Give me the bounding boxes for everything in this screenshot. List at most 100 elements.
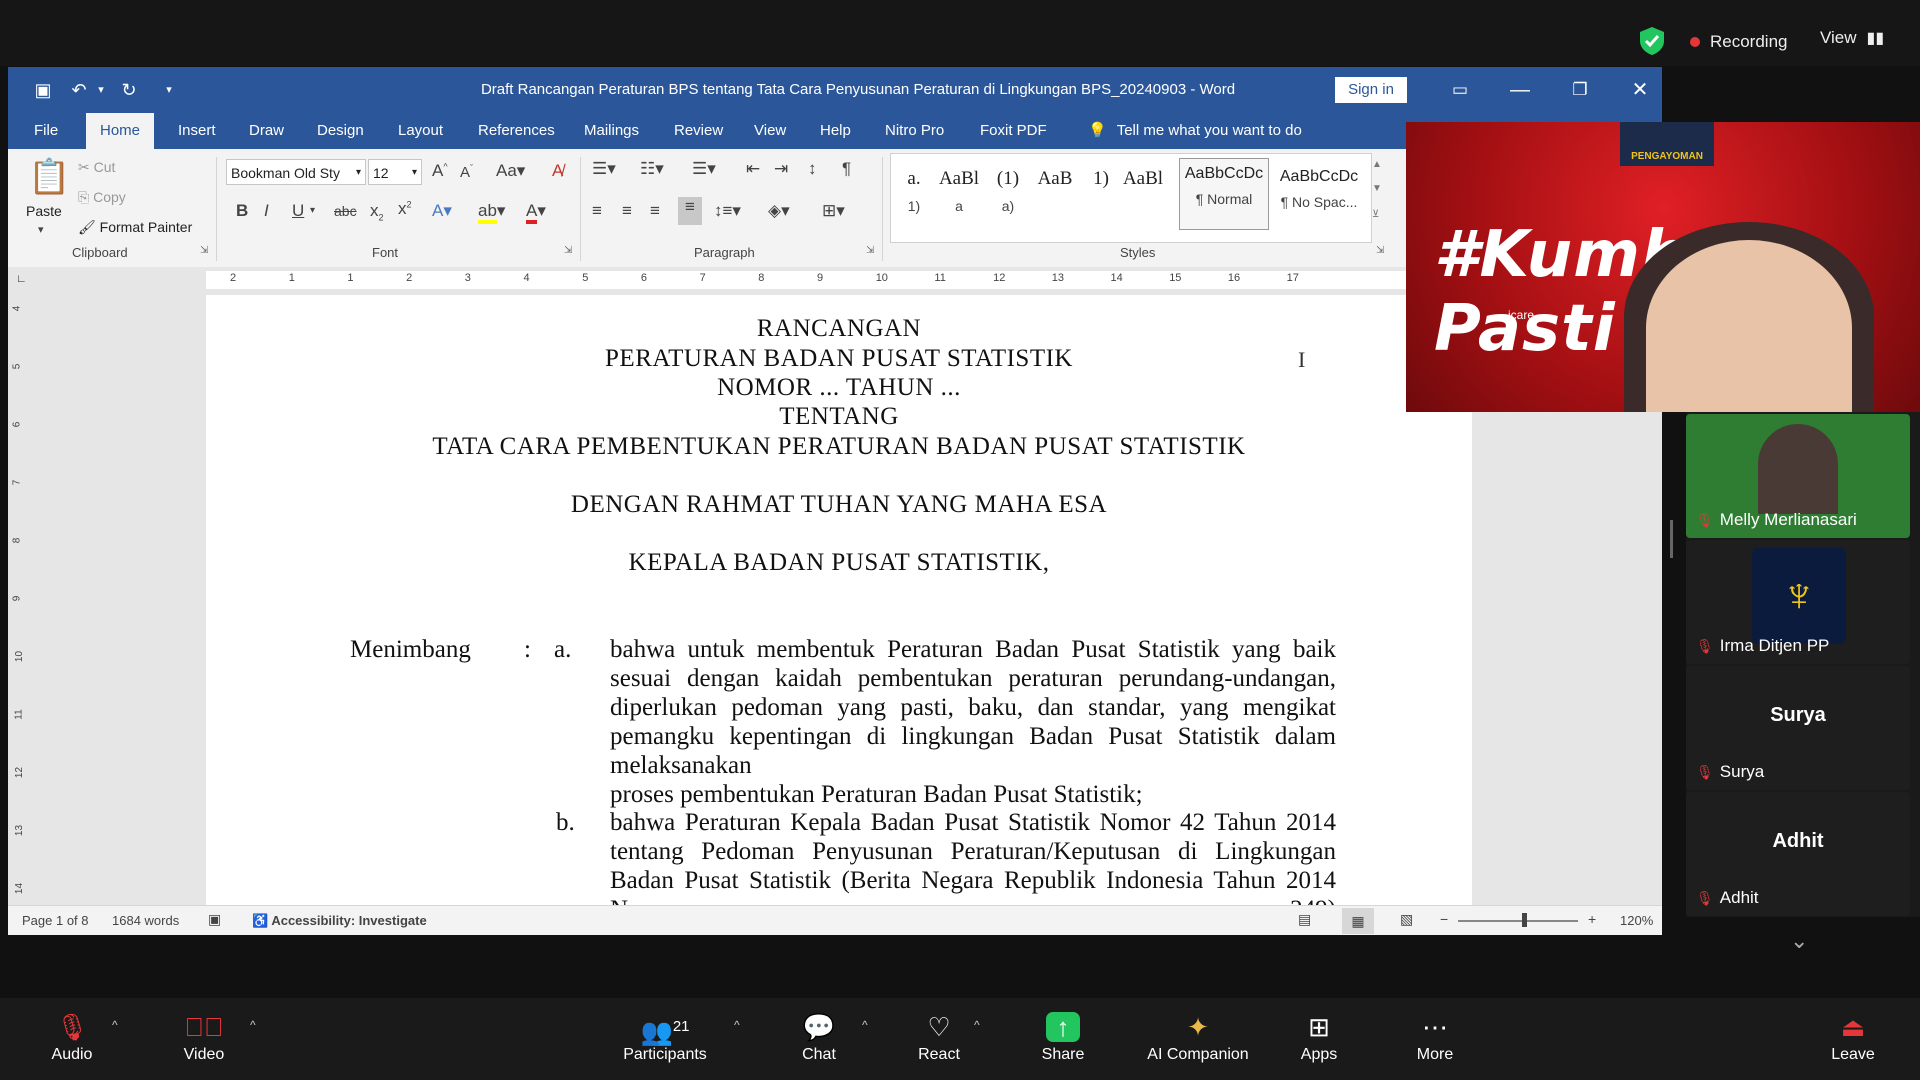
- sort-icon[interactable]: ↕: [808, 159, 817, 179]
- customize-toolbar-icon[interactable]: ▾: [156, 77, 182, 103]
- restore-icon[interactable]: ❐: [1560, 75, 1600, 105]
- web-layout-icon[interactable]: ▧: [1400, 911, 1413, 928]
- strikethrough-icon[interactable]: abc: [334, 203, 357, 219]
- page-count[interactable]: Page 1 of 8: [22, 913, 89, 928]
- justify-icon[interactable]: ≡: [678, 197, 702, 225]
- style-item[interactable]: 1): [1081, 162, 1121, 226]
- show-formatting-icon[interactable]: ¶: [842, 159, 851, 179]
- text-effects-icon[interactable]: A▾: [432, 201, 452, 221]
- undo-dropdown-icon[interactable]: ▾: [88, 77, 114, 103]
- font-size-combo[interactable]: 12 ▾: [368, 159, 422, 185]
- save-icon[interactable]: ▣: [30, 77, 56, 103]
- subscript-icon[interactable]: x2: [370, 201, 384, 222]
- chevron-down-icon[interactable]: ⌄: [1790, 928, 1808, 954]
- change-case-icon[interactable]: Aa▾: [496, 161, 525, 181]
- zoom-slider-thumb[interactable]: [1522, 913, 1527, 927]
- tab-draw[interactable]: Draw: [249, 113, 284, 149]
- participant-tile[interactable]: Surya 🎙 Surya: [1686, 666, 1910, 790]
- font-name-combo[interactable]: Bookman Old Sty ▾: [226, 159, 366, 185]
- underline-dropdown-icon[interactable]: ▾: [310, 205, 315, 216]
- share-button[interactable]: ↑ Share: [1036, 1010, 1090, 1064]
- style-item[interactable]: AaBl: [1117, 162, 1169, 226]
- video-button[interactable]: ▶⃠ Video: [178, 1010, 230, 1064]
- paragraph-launcher-icon[interactable]: ⇲: [866, 245, 874, 256]
- font-color-icon[interactable]: A▾: [526, 201, 546, 224]
- document-page[interactable]: RANCANGAN PERATURAN BADAN PUSAT STATISTI…: [206, 295, 1472, 923]
- tab-insert[interactable]: Insert: [178, 113, 216, 149]
- react-options-icon[interactable]: ^: [974, 1018, 980, 1032]
- style-item[interactable]: (1) a): [987, 162, 1029, 226]
- react-button[interactable]: ♡ React: [914, 1010, 964, 1064]
- ribbon-display-icon[interactable]: ▭: [1440, 75, 1480, 105]
- apps-button[interactable]: ⊞ Apps: [1298, 1010, 1340, 1064]
- sign-in-button[interactable]: Sign in: [1335, 77, 1407, 103]
- participant-tile[interactable]: ♆ 🎙 Irma Ditjen PP: [1686, 540, 1910, 664]
- highlight-icon[interactable]: ab▾: [478, 201, 505, 224]
- redo-icon[interactable]: ↻: [116, 77, 142, 103]
- shrink-font-icon[interactable]: Aˇ: [460, 163, 473, 181]
- tab-design[interactable]: Design: [317, 113, 364, 149]
- shading-icon[interactable]: ◈▾: [768, 201, 790, 221]
- tab-references[interactable]: References: [478, 113, 555, 149]
- leave-button[interactable]: ⏏ Leave: [1830, 1010, 1876, 1064]
- superscript-icon[interactable]: x2: [398, 199, 412, 219]
- styles-launcher-icon[interactable]: ⇲: [1376, 245, 1384, 256]
- clipboard-launcher-icon[interactable]: ⇲: [200, 245, 208, 256]
- font-launcher-icon[interactable]: ⇲: [564, 245, 572, 256]
- word-count[interactable]: 1684 words: [112, 913, 179, 928]
- tab-nitro-pro[interactable]: Nitro Pro: [885, 113, 944, 149]
- multilevel-list-icon[interactable]: ☰▾: [692, 159, 716, 179]
- tab-home[interactable]: Home: [86, 113, 155, 149]
- decrease-indent-icon[interactable]: ⇤: [746, 159, 760, 179]
- audio-button[interactable]: 🎙 Audio: [46, 1010, 98, 1064]
- tab-review[interactable]: Review: [674, 113, 723, 149]
- tab-help[interactable]: Help: [820, 113, 851, 149]
- styles-scroll-up-icon[interactable]: ▲: [1372, 159, 1382, 170]
- style-item[interactable]: AaB: [1027, 162, 1083, 226]
- tab-view[interactable]: View: [754, 113, 786, 149]
- close-icon[interactable]: ✕: [1620, 75, 1660, 105]
- style-no-spacing[interactable]: AaBbCcDc ¶ No Spac...: [1271, 162, 1367, 226]
- participant-tile[interactable]: 🎙 Melly Merlianasari: [1686, 414, 1910, 538]
- increase-indent-icon[interactable]: ⇥: [774, 159, 788, 179]
- style-normal[interactable]: AaBbCcDc ¶ Normal: [1179, 158, 1269, 230]
- tab-foxit-pdf[interactable]: Foxit PDF: [980, 113, 1047, 149]
- grow-font-icon[interactable]: A^: [432, 161, 448, 181]
- participant-tile[interactable]: Adhit 🎙 Adhit: [1686, 792, 1910, 916]
- proofing-icon[interactable]: ▣: [208, 911, 221, 928]
- audio-options-icon[interactable]: ^: [112, 1018, 118, 1032]
- participants-options-icon[interactable]: ^: [734, 1018, 740, 1032]
- styles-scroll-down-icon[interactable]: ▼: [1372, 183, 1382, 194]
- styles-more-icon[interactable]: ⊻: [1372, 209, 1379, 220]
- chat-button[interactable]: 💬 Chat: [796, 1010, 842, 1064]
- format-painter-button[interactable]: 🖌 Format Painter: [78, 219, 192, 236]
- recording-indicator[interactable]: Recording: [1690, 26, 1788, 58]
- minimize-icon[interactable]: —: [1500, 75, 1540, 105]
- zoom-level[interactable]: 120%: [1620, 913, 1653, 928]
- align-left-icon[interactable]: ≡: [592, 201, 602, 221]
- paste-icon[interactable]: 📋: [28, 157, 70, 197]
- tab-layout[interactable]: Layout: [398, 113, 443, 149]
- chat-options-icon[interactable]: ^: [862, 1018, 868, 1032]
- accessibility-status[interactable]: ♿ Accessibility: Investigate: [252, 913, 427, 929]
- participants-button[interactable]: 👥21 Participants: [616, 1010, 714, 1064]
- ai-companion-button[interactable]: ✦ AI Companion: [1142, 1010, 1254, 1064]
- cut-button[interactable]: ✂ Cut: [78, 159, 115, 176]
- view-button[interactable]: View ▮▮: [1820, 28, 1884, 48]
- paste-dropdown-icon[interactable]: ▾: [38, 223, 44, 236]
- style-item[interactable]: AaBl a: [929, 162, 989, 226]
- borders-icon[interactable]: ⊞▾: [822, 201, 845, 221]
- align-center-icon[interactable]: ≡: [622, 201, 632, 221]
- more-button[interactable]: ⋯ More: [1414, 1010, 1456, 1064]
- bullets-icon[interactable]: ☰▾: [592, 159, 616, 179]
- panel-resize-handle[interactable]: [1670, 520, 1673, 558]
- paste-label[interactable]: Paste: [26, 203, 62, 219]
- tell-me-box[interactable]: 💡 Tell me what you want to do: [1088, 113, 1302, 149]
- bold-icon[interactable]: B: [236, 201, 248, 221]
- video-options-icon[interactable]: ^: [250, 1018, 256, 1032]
- read-mode-icon[interactable]: ▤: [1298, 911, 1311, 928]
- italic-icon[interactable]: I: [264, 201, 269, 221]
- tab-mailings[interactable]: Mailings: [584, 113, 639, 149]
- tab-file[interactable]: File: [34, 113, 58, 149]
- clear-formatting-icon[interactable]: A̸: [552, 161, 563, 181]
